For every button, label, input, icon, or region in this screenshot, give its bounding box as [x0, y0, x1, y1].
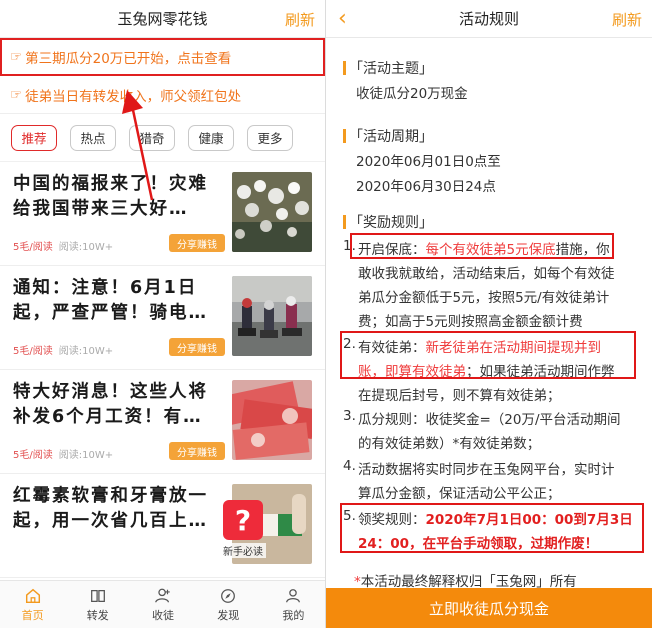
tab-more[interactable]: 更多 — [247, 124, 293, 151]
rule3-line1: 瓜分规则：收徒奖金=（20万/平台活动期间 — [358, 412, 621, 428]
beginner-guide-float[interactable]: ? 新手必读 — [220, 500, 266, 558]
article-reads: 阅读:10W+ — [58, 242, 114, 253]
app-title: 玉兔网零花钱 — [117, 10, 208, 28]
rule4-line1: 活动数据将实时同步在玉兔网平台，实时计 — [358, 462, 615, 478]
pointing-hand-icon: ☞ — [10, 86, 23, 103]
nav-apprentice[interactable]: 收徒 — [130, 581, 195, 628]
tab-hot[interactable]: 热点 — [70, 124, 116, 151]
rule4-number: 4. — [343, 458, 356, 474]
nav-home-label: 首页 — [21, 608, 44, 622]
nav-discover[interactable]: 发现 — [196, 581, 261, 628]
section-heading-rules: 「奖励规则」 — [343, 212, 433, 232]
article-thumbnail-scooters[interactable] — [232, 276, 312, 356]
beginner-guide-label: 新手必读 — [220, 543, 266, 558]
rule2-line3: 在提现后封号，则不算有效徒弟； — [358, 388, 561, 404]
recruit-cta-button[interactable]: 立即收徒瓜分现金 — [326, 588, 652, 628]
annotation-box-rule1 — [350, 233, 614, 259]
period-end: 2020年06月30日24点 — [356, 179, 496, 195]
nav-mine-label: 我的 — [282, 608, 305, 622]
refresh-button[interactable]: 刷新 — [612, 9, 642, 30]
article-title[interactable]: 通知：注意！6月1日起，严查严管！骑电… — [13, 276, 223, 326]
nav-home[interactable]: 首页 — [0, 581, 65, 628]
article-thumbnail-banknotes[interactable] — [232, 380, 312, 460]
footnote: *本活动最终解释权归「玉兔网」所有 — [354, 570, 577, 590]
share-earn-button[interactable]: 分享赚钱 — [169, 234, 225, 252]
rule3-line2: 的有效徒弟数）*有效徒弟数； — [358, 436, 541, 452]
chevron-left-icon[interactable]: ‹ — [338, 6, 347, 31]
annotation-box-rule2 — [340, 331, 636, 379]
article-reads: 阅读:10W+ — [58, 346, 114, 357]
article-card[interactable]: 通知：注意！6月1日起，严查严管！骑电… 5毛/阅读 阅读:10W+ 分享赚钱 — [0, 266, 325, 370]
compass-icon — [221, 588, 236, 603]
article-meta: 5毛/阅读 阅读:10W+ — [13, 342, 113, 357]
article-price: 5毛/阅读 — [13, 346, 53, 357]
rules-content: 「活动主题」 收徒瓜分20万现金 「活动周期」 2020年06月01日0点至 2… — [326, 38, 652, 590]
article-price: 5毛/阅读 — [13, 242, 53, 253]
article-title[interactable]: 红霉素软膏和牙膏放一起，用一次省几百上… — [13, 484, 223, 534]
pointing-hand-icon: ☞ — [10, 48, 23, 65]
notice-text: 第三期瓜分20万已开始，点击查看 — [25, 50, 232, 67]
tab-recommend[interactable]: 推荐 — [11, 124, 57, 151]
home-icon — [25, 588, 40, 603]
screenshot-composite: 玉兔网零花钱 刷新 ☞ 第三期瓜分20万已开始，点击查看 ☞ 徒弟当日有转发收入… — [0, 0, 652, 628]
theme-text: 收徒瓜分20万现金 — [356, 86, 468, 102]
nav-discover-label: 发现 — [217, 608, 240, 622]
notice-bar-campaign[interactable]: ☞ 第三期瓜分20万已开始，点击查看 — [0, 38, 325, 76]
notice-text: 徒弟当日有转发收入，师父领红包处 — [25, 88, 242, 105]
rules-page-title: 活动规则 — [458, 10, 519, 28]
nav-apprentice-label: 收徒 — [152, 608, 174, 622]
nav-forward[interactable]: 转发 — [65, 581, 130, 628]
annotation-box-rule5 — [340, 503, 644, 553]
user-icon — [286, 588, 301, 602]
article-thumbnail-flowers[interactable] — [232, 172, 312, 252]
rule1-line3: 弟瓜分金额低于5元，按照5元/有效徒弟计 — [358, 290, 610, 306]
rules-screen: ‹ 活动规则 刷新 「活动主题」 收徒瓜分20万现金 「活动周期」 2020年0… — [326, 0, 652, 628]
refresh-button[interactable]: 刷新 — [285, 9, 315, 30]
category-tabs: 推荐 热点 猎奇 健康 更多 — [0, 114, 325, 162]
tab-curiosity[interactable]: 猎奇 — [129, 124, 175, 151]
nav-forward-label: 转发 — [86, 608, 109, 622]
nav-mine[interactable]: 我的 — [261, 581, 325, 628]
article-meta: 5毛/阅读 阅读:10W+ — [13, 238, 113, 253]
rule4-line2: 算瓜分金额，保证活动公平公正； — [358, 486, 561, 502]
bottom-navigation: 首页 转发 收徒 发现 我的 — [0, 580, 325, 628]
book-icon — [90, 589, 105, 602]
question-mark-icon[interactable]: ? — [223, 500, 263, 540]
person-add-icon — [155, 588, 170, 603]
share-earn-button[interactable]: 分享赚钱 — [169, 338, 225, 356]
rule3-number: 3. — [343, 408, 356, 424]
period-start: 2020年06月01日0点至 — [356, 154, 501, 170]
article-title[interactable]: 中国的福报来了！灾难给我国带来三大好… — [13, 172, 223, 222]
article-card[interactable]: 中国的福报来了！灾难给我国带来三大好… 5毛/阅读 阅读:10W+ 分享赚钱 — [0, 162, 325, 266]
share-earn-button[interactable]: 分享赚钱 — [169, 442, 225, 460]
article-price: 5毛/阅读 — [13, 450, 53, 461]
rules-header: ‹ 活动规则 刷新 — [326, 0, 652, 38]
rule1-line2: 敢收我就敢给，活动结束后，如每个有效徒 — [358, 266, 615, 282]
article-card[interactable]: 特大好消息！这些人将补发6个月工资！有… 5毛/阅读 阅读:10W+ 分享赚钱 — [0, 370, 325, 474]
rule1-line4: 费；如高于5元则按照高金额金额计费 — [358, 314, 583, 330]
home-screen: 玉兔网零花钱 刷新 ☞ 第三期瓜分20万已开始，点击查看 ☞ 徒弟当日有转发收入… — [0, 0, 326, 628]
section-heading-period: 「活动周期」 — [343, 126, 433, 146]
notice-bar-apprentice[interactable]: ☞ 徒弟当日有转发收入，师父领红包处 — [0, 76, 325, 114]
home-header: 玉兔网零花钱 刷新 — [0, 0, 325, 38]
section-heading-theme: 「活动主题」 — [343, 58, 433, 78]
article-title[interactable]: 特大好消息！这些人将补发6个月工资！有… — [13, 380, 223, 430]
article-reads: 阅读:10W+ — [58, 450, 114, 461]
article-meta: 5毛/阅读 阅读:10W+ — [13, 446, 113, 461]
article-card[interactable]: 红霉素软膏和牙膏放一起，用一次省几百上… — [0, 474, 325, 578]
tab-health[interactable]: 健康 — [188, 124, 234, 151]
